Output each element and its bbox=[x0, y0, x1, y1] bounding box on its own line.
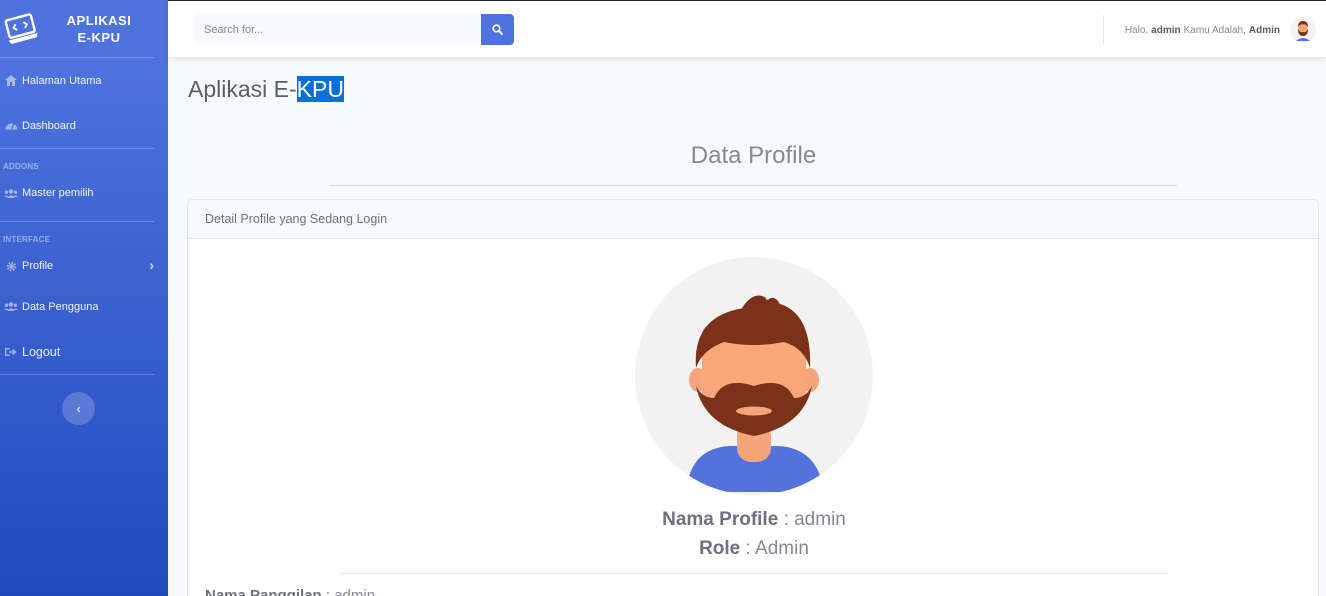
page-title-prefix: Aplikasi E- bbox=[188, 76, 297, 102]
role-row: Role : Admin bbox=[188, 538, 1318, 560]
laptop-code-icon bbox=[0, 8, 42, 50]
sidebar-item-dashboard[interactable]: Dashboard bbox=[0, 103, 168, 148]
sidebar-item-label: Halaman Utama bbox=[22, 74, 102, 87]
users-icon bbox=[4, 300, 18, 314]
brand-text: APLIKASI E-KPU bbox=[38, 12, 168, 46]
nama-profile-row: Nama Profile : admin bbox=[188, 509, 1318, 531]
topbar-divider bbox=[1103, 15, 1104, 44]
sidebar-item-logout[interactable]: Logout bbox=[0, 329, 168, 374]
sidebar-item-label: Master pemilih bbox=[22, 187, 94, 199]
profile-card: Detail Profile yang Sedang Login Nama Pr… bbox=[187, 199, 1319, 596]
nama-panggilan-row: Nama Panggilan : admin bbox=[205, 587, 375, 596]
chevron-left-icon: ‹ bbox=[76, 401, 81, 416]
sidebar-divider bbox=[0, 374, 154, 375]
nama-profile-value: : admin bbox=[783, 509, 846, 530]
nama-panggilan-label: Nama Panggilan bbox=[205, 587, 322, 596]
search-group bbox=[194, 14, 514, 45]
section-divider bbox=[330, 185, 1177, 186]
search-input[interactable] bbox=[194, 14, 481, 45]
sidebar-item-label: Data Pengguna bbox=[22, 300, 99, 313]
avatar bbox=[1290, 17, 1316, 43]
sidebar-item-halaman-utama[interactable]: Halaman Utama bbox=[0, 58, 168, 103]
sidebar-heading-addons: ADDONS bbox=[3, 162, 39, 171]
sidebar-item-label: Logout bbox=[22, 344, 61, 359]
search-icon bbox=[492, 24, 503, 35]
greeting-prefix: Halo, bbox=[1124, 24, 1149, 36]
page-title-selected: KPU bbox=[296, 76, 344, 102]
page-title: Aplikasi E-KPU bbox=[188, 76, 344, 103]
sidebar-item-master-pemilih[interactable]: Master pemilih bbox=[0, 175, 168, 211]
brand-line2: E-KPU bbox=[77, 29, 121, 45]
topbar: Halo, admin Kamu Adalah, Admin bbox=[168, 0, 1326, 57]
sidebar-heading-interface: INTERFACE bbox=[3, 235, 51, 244]
nama-profile-label: Nama Profile bbox=[662, 509, 779, 530]
search-button[interactable] bbox=[481, 14, 514, 45]
card-header: Detail Profile yang Sedang Login bbox=[188, 200, 1318, 239]
role-value: : Admin bbox=[745, 538, 809, 559]
sidebar: APLIKASI E-KPU Halaman Utama Dashboard A… bbox=[0, 0, 168, 596]
nama-panggilan-value: : admin bbox=[325, 587, 376, 596]
brand[interactable]: APLIKASI E-KPU bbox=[0, 0, 168, 57]
sidebar-toggle-button[interactable]: ‹ bbox=[62, 392, 95, 425]
chevron-right-icon: › bbox=[149, 257, 154, 273]
user-role: Admin bbox=[1248, 24, 1280, 36]
users-icon bbox=[4, 186, 18, 200]
dashboard-icon bbox=[4, 119, 18, 133]
sidebar-item-profile[interactable]: Profile › bbox=[0, 248, 168, 284]
home-icon bbox=[4, 74, 18, 88]
sidebar-item-label: Dashboard bbox=[22, 119, 76, 132]
sidebar-item-label: Profile bbox=[22, 260, 54, 272]
section-title: Data Profile bbox=[690, 142, 817, 169]
role-label: Role bbox=[699, 538, 741, 559]
info-divider bbox=[340, 573, 1168, 574]
logout-icon bbox=[4, 345, 18, 359]
sidebar-item-data-pengguna[interactable]: Data Pengguna bbox=[0, 284, 168, 329]
brand-line1: APLIKASI bbox=[66, 12, 132, 28]
username: admin bbox=[1151, 24, 1181, 36]
role-prefix: Kamu Adalah, bbox=[1183, 24, 1246, 36]
gear-icon bbox=[4, 259, 18, 273]
user-dropdown[interactable]: Halo, admin Kamu Adalah, Admin bbox=[1125, 17, 1316, 43]
profile-avatar bbox=[634, 256, 874, 496]
